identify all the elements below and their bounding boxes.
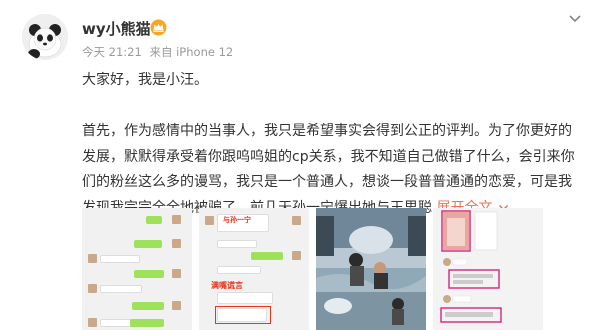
- chat-avatar: [88, 254, 97, 263]
- chat-bubble: [217, 292, 273, 304]
- chat-bubble: [100, 255, 140, 263]
- chat-bubble: [217, 266, 261, 274]
- image-grid: 与孙一宁 满嘴谎言: [82, 208, 596, 330]
- chat-avatar: [88, 318, 97, 327]
- text-line: 发展，默默得承受着你跟呜呜姐的cp关系，我不知道自己做错了什么，会引来你: [82, 148, 575, 165]
- chat-bubble: [251, 252, 283, 260]
- image-thumbnail-skydiving[interactable]: [316, 208, 426, 330]
- chat-avatar: [292, 216, 301, 225]
- chat-bubble: [132, 302, 164, 310]
- post-meta: 今天 21:21 来自 iPhone 12: [82, 44, 237, 60]
- red-highlight-box: [215, 306, 271, 324]
- chat-bubble: [100, 285, 142, 293]
- chat-bubble: [217, 240, 257, 248]
- chat-avatar: [172, 239, 181, 248]
- post-time[interactable]: 今天 21:21: [82, 45, 142, 59]
- chat-bubble: [130, 319, 164, 327]
- image-thumbnail-chat-2[interactable]: 与孙一宁 满嘴谎言: [199, 208, 309, 330]
- text-line: 大家好，我是小汪。: [82, 72, 208, 88]
- chat-avatar: [172, 269, 181, 278]
- chat-avatar: [205, 216, 214, 225]
- avatar[interactable]: [22, 14, 68, 60]
- image-thumbnail-chat-3[interactable]: [433, 208, 543, 330]
- post-source: 来自 iPhone 12: [149, 45, 234, 59]
- chat-avatar: [292, 251, 301, 260]
- text-line: 们的粉丝这么多的谩骂，我只是一个普通人，想谈一段普普通通的恋爱，可是我: [82, 174, 572, 190]
- red-annotation: 与孙一宁: [223, 216, 251, 224]
- chat-bubble: [134, 270, 164, 278]
- chat-bubble: [100, 230, 138, 236]
- crown-vip-icon[interactable]: [150, 19, 167, 36]
- chat-avatar: [172, 215, 181, 224]
- chevron-down-icon[interactable]: [568, 14, 582, 24]
- chat-bubble: [146, 216, 162, 224]
- chat-avatar: [88, 284, 97, 293]
- post-text: 大家好，我是小汪。 首先，作为感情中的当事人，我只是希望事实会得到公正的评判。为…: [82, 68, 575, 221]
- text-line: 首先，作为感情中的当事人，我只是希望事实会得到公正的评判。为了你更好的: [82, 123, 572, 139]
- weibo-post-card: wy小熊猫 今天 21:21 来自 iPhone 12 大家好，我是小汪。 首先…: [0, 0, 596, 330]
- chat-avatar: [172, 301, 181, 310]
- image-thumbnail-chat-1[interactable]: [82, 208, 192, 330]
- chat-bubble: [134, 240, 162, 248]
- red-annotation: 满嘴谎言: [211, 281, 243, 290]
- author-name[interactable]: wy小熊猫: [82, 18, 151, 39]
